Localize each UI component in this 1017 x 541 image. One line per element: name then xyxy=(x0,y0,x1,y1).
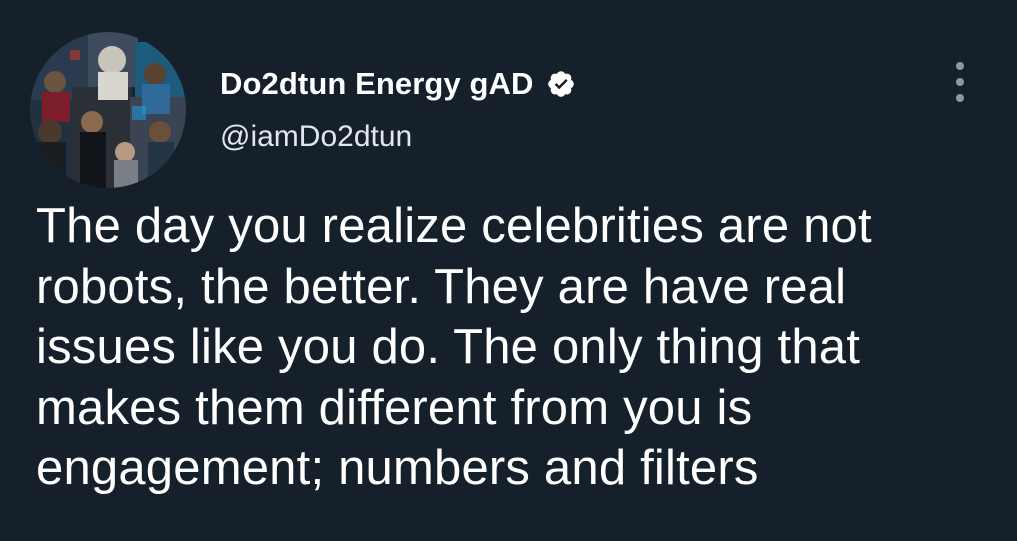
more-dot xyxy=(956,94,964,102)
author-handle[interactable]: @iamDo2dtun xyxy=(220,120,412,154)
more-options-icon[interactable] xyxy=(948,62,972,102)
author-name-row: Do2dtun Energy gAD xyxy=(220,64,576,104)
verified-badge-icon xyxy=(546,69,576,99)
author-display-name[interactable]: Do2dtun Energy gAD xyxy=(220,66,534,102)
tweet-card: Do2dtun Energy gAD @iamDo2dtun The day y… xyxy=(0,0,1017,541)
author-avatar[interactable] xyxy=(30,32,186,188)
avatar-image xyxy=(30,32,186,188)
more-dot xyxy=(956,62,964,70)
tweet-text: The day you realize celebrities are not … xyxy=(36,199,872,495)
more-dot xyxy=(956,78,964,86)
